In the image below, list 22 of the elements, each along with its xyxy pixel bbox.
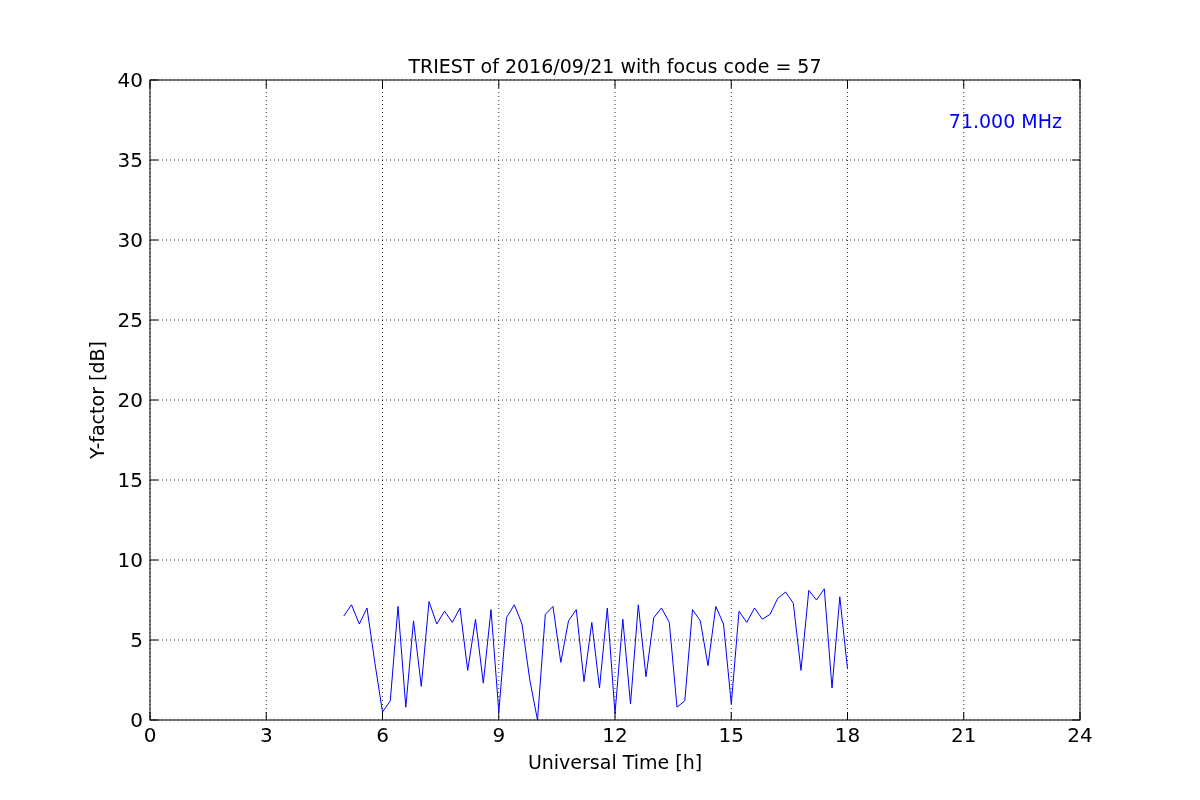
y-tick-label: 20 xyxy=(117,388,143,412)
y-tick-label: 15 xyxy=(117,468,143,492)
x-tick-label: 6 xyxy=(376,723,389,747)
x-tick-label: 3 xyxy=(259,723,273,747)
y-axis-label: Y-factor [dB] xyxy=(86,341,108,459)
legend-label: 71.000 MHz xyxy=(948,110,1062,132)
y-tick-label: 10 xyxy=(117,548,143,572)
y-tick-label: 35 xyxy=(117,148,143,172)
chart-title: TRIEST of 2016/09/21 with focus code = 57 xyxy=(408,55,822,77)
y-tick-label: 0 xyxy=(130,708,143,732)
x-tick-label: 18 xyxy=(834,723,861,747)
x-tick-label: 9 xyxy=(492,723,506,747)
x-tick-label: 15 xyxy=(718,723,744,747)
y-tick-label: 25 xyxy=(117,308,143,332)
y-tick-label: 40 xyxy=(117,68,143,92)
x-axis-label: Universal Time [h] xyxy=(527,751,703,773)
x-tick-label: 0 xyxy=(143,723,157,747)
x-tick-label: 21 xyxy=(951,723,977,747)
y-tick-label: 30 xyxy=(117,228,143,252)
y-tick-label: 5 xyxy=(130,628,143,652)
x-tick-label: 12 xyxy=(602,723,628,747)
x-tick-label: 24 xyxy=(1067,723,1093,747)
